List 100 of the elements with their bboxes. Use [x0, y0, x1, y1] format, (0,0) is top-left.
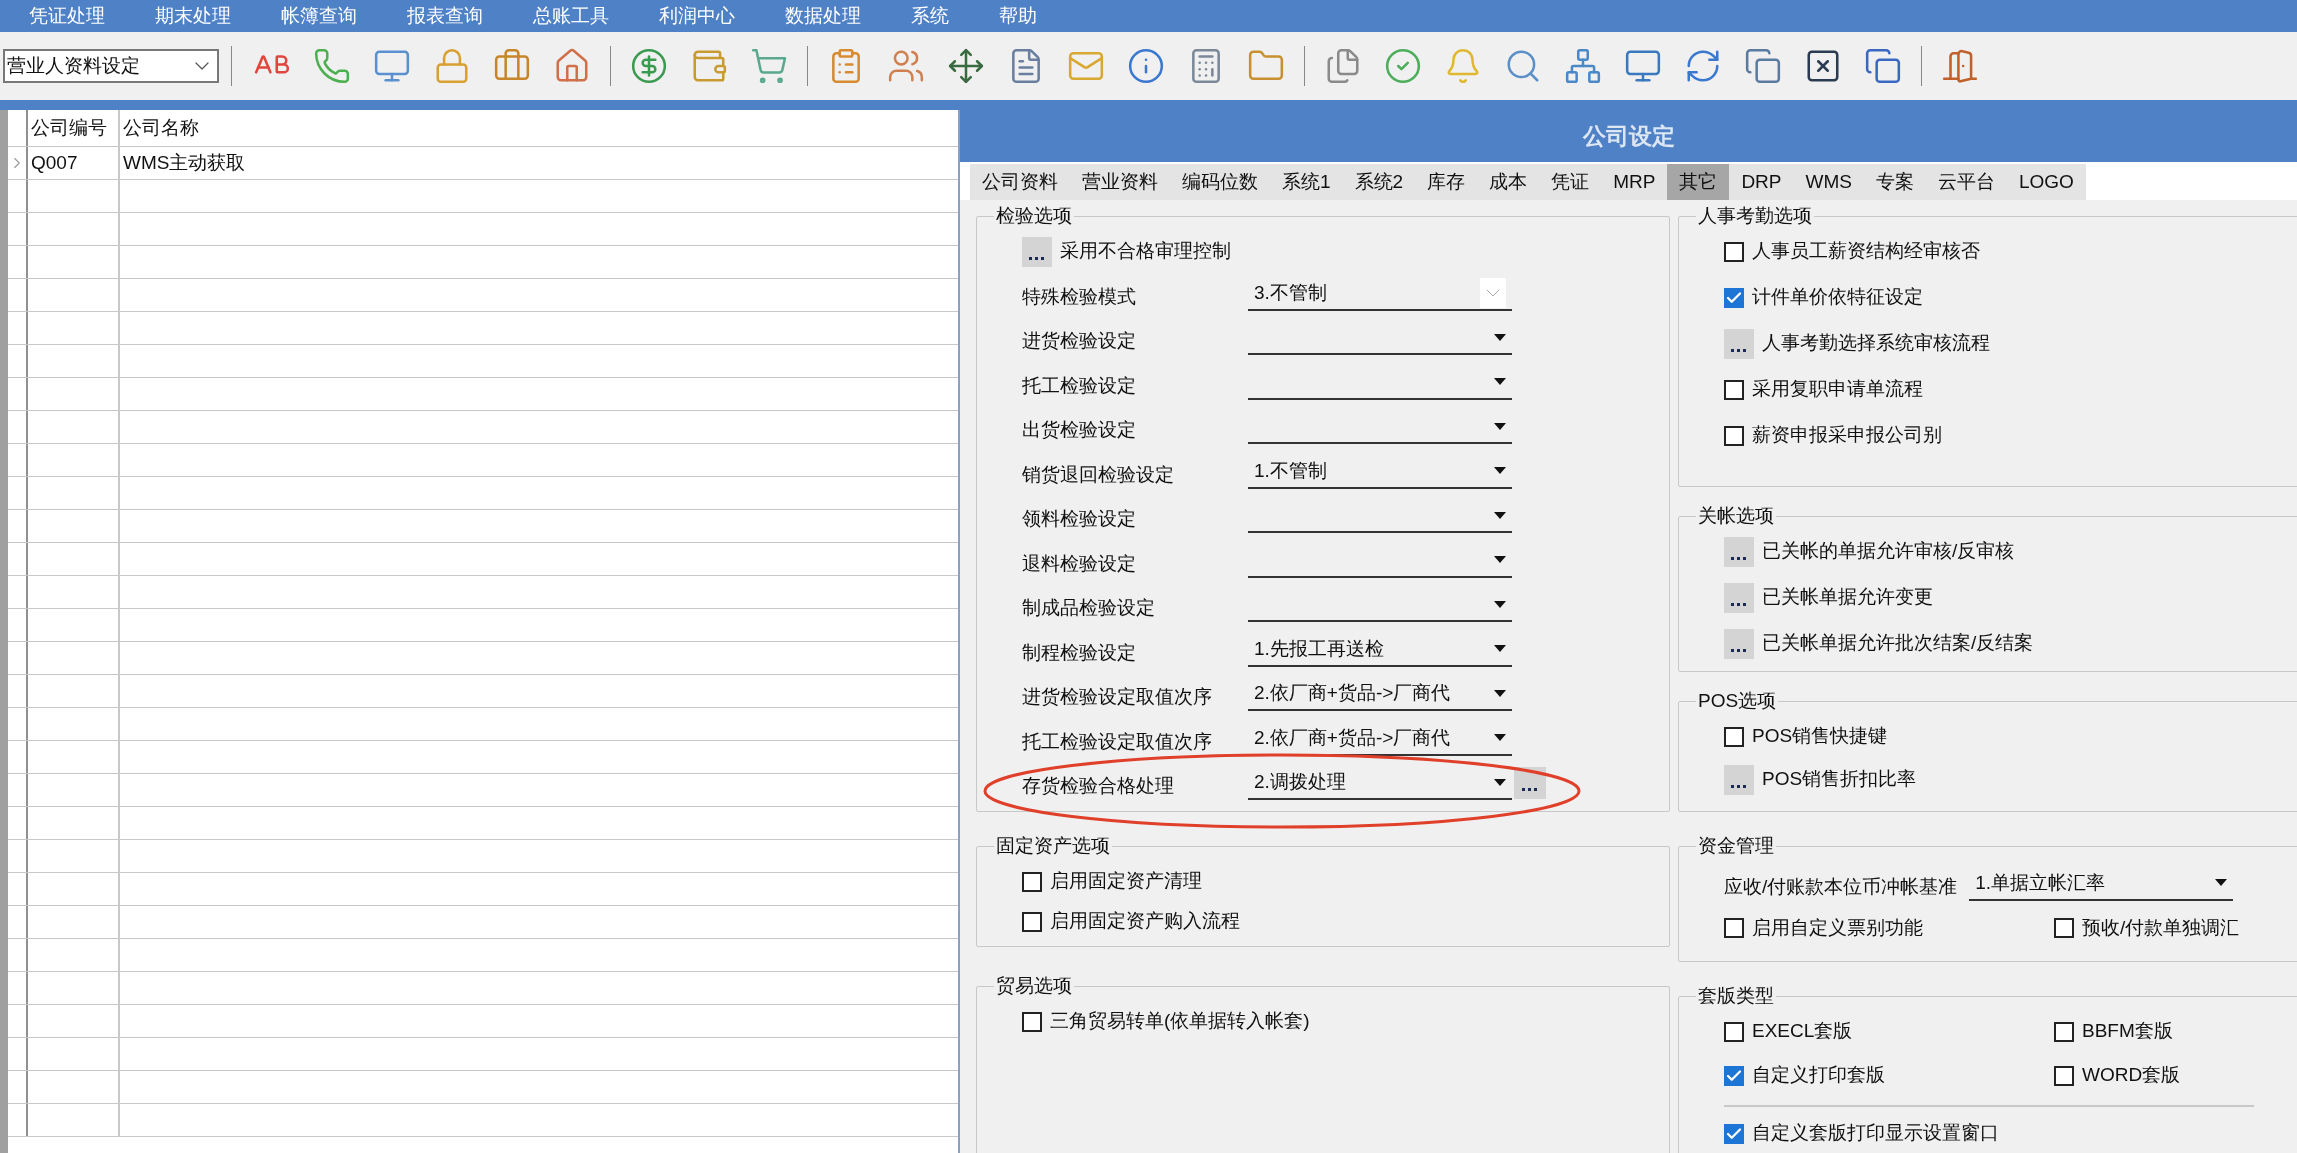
- checkbox[interactable]: [1724, 1065, 1744, 1086]
- checkbox[interactable]: [1022, 911, 1042, 932]
- tab[interactable]: 凭证: [1539, 164, 1602, 200]
- field-label: 托工检验设定取值次序: [1022, 729, 1212, 754]
- menu-item[interactable]: 凭证处理: [4, 1, 130, 31]
- dropdown-arrow-icon[interactable]: [1494, 689, 1506, 697]
- checkbox-label: 启用自定义票别功能: [1752, 915, 1923, 940]
- group-title: 固定资产选项: [995, 834, 1111, 858]
- dropdown-arrow-icon[interactable]: [1494, 556, 1506, 564]
- dots-icon[interactable]: [1731, 348, 1747, 353]
- tab[interactable]: 系统2: [1342, 164, 1416, 200]
- checkbox[interactable]: [1724, 726, 1744, 747]
- display-icon[interactable]: [1624, 47, 1662, 85]
- dropdown-arrow-icon[interactable]: [1494, 734, 1506, 742]
- checkbox[interactable]: [2054, 1065, 2074, 1086]
- checkbox[interactable]: [1724, 287, 1744, 308]
- view-select[interactable]: 营业人资料设定: [3, 49, 219, 83]
- checkbox[interactable]: [1724, 1123, 1744, 1144]
- dropdown-arrow-icon[interactable]: [1494, 422, 1506, 430]
- tab[interactable]: 公司资料: [970, 164, 1070, 200]
- tab[interactable]: 云平台: [1925, 164, 2007, 200]
- menu-item[interactable]: 数据处理: [760, 1, 886, 31]
- checkbox[interactable]: [1022, 871, 1042, 892]
- dropdown-arrow-icon[interactable]: [1494, 645, 1506, 653]
- ellipsis-button[interactable]: [1724, 764, 1754, 795]
- menu-item[interactable]: 报表查询: [382, 1, 508, 31]
- restore-windows-icon[interactable]: [1864, 47, 1902, 85]
- group-title: 关帐选项: [1697, 504, 1775, 528]
- close-window-icon[interactable]: [1804, 47, 1842, 85]
- checkbox[interactable]: [2054, 1021, 2074, 1042]
- dots-icon[interactable]: [1731, 556, 1747, 561]
- checkbox-label: POS销售快捷键: [1752, 724, 1888, 749]
- dots-icon[interactable]: [1731, 648, 1747, 653]
- checkbox[interactable]: [1724, 1021, 1744, 1042]
- checkbox[interactable]: [1724, 379, 1744, 400]
- dollar-icon[interactable]: [630, 47, 668, 85]
- arrows-icon[interactable]: [947, 47, 985, 85]
- dropdown-field[interactable]: 1.先报工再送检: [1248, 632, 1512, 667]
- tab[interactable]: 系统1: [1270, 164, 1343, 200]
- checkbox[interactable]: [1724, 425, 1744, 446]
- tab[interactable]: 成本: [1477, 164, 1540, 200]
- checkbox[interactable]: [1724, 241, 1744, 262]
- hierarchy-icon[interactable]: [1564, 47, 1602, 85]
- dropdown-field[interactable]: 3.不管制: [1248, 276, 1512, 311]
- tab[interactable]: 其它: [1667, 164, 1730, 200]
- tab[interactable]: 编码位数: [1170, 164, 1270, 200]
- tab[interactable]: WMS: [1793, 164, 1864, 200]
- menu-item[interactable]: 系统: [886, 1, 974, 31]
- ellipsis-button[interactable]: [1724, 628, 1754, 659]
- checkbox-label: 启用固定资产清理: [1050, 869, 1202, 894]
- table-cell-text: WMS主动获取: [122, 150, 247, 175]
- menu-item[interactable]: 帐簿查询: [256, 1, 382, 31]
- dropdown-arrow-icon[interactable]: [1494, 511, 1506, 519]
- dropdown-arrow-icon[interactable]: [1494, 600, 1506, 608]
- tab[interactable]: 营业资料: [1070, 164, 1170, 200]
- checkbox-label: BBFM套版: [2082, 1019, 2173, 1044]
- menu-item[interactable]: 帮助: [974, 1, 1062, 31]
- tab[interactable]: 专案: [1863, 164, 1926, 200]
- dropdown-arrow-icon[interactable]: [1494, 378, 1506, 386]
- column-header[interactable]: 公司名称: [120, 110, 958, 146]
- dropdown-field[interactable]: 1.单据立帐汇率: [1969, 866, 2234, 901]
- column-header[interactable]: 公司编号: [28, 110, 120, 146]
- info-icon[interactable]: [1127, 47, 1165, 85]
- door-icon[interactable]: [1941, 47, 1979, 85]
- field-label: 制程检验设定: [1022, 640, 1136, 665]
- checkbox[interactable]: [2054, 918, 2074, 938]
- dropdown-arrow-icon[interactable]: [1494, 467, 1506, 475]
- checkbox[interactable]: [1022, 1011, 1042, 1032]
- documents-icon[interactable]: [1324, 47, 1362, 85]
- menu-item[interactable]: 期末处理: [130, 1, 256, 31]
- dots-icon[interactable]: [1029, 256, 1045, 261]
- tab[interactable]: DRP: [1729, 164, 1794, 200]
- dots-icon[interactable]: [1731, 784, 1747, 789]
- menu-item[interactable]: 利润中心: [634, 1, 760, 31]
- dropdown-arrow-icon[interactable]: [1494, 778, 1506, 786]
- tab[interactable]: 库存: [1415, 164, 1478, 200]
- dropdown-arrow-icon[interactable]: [1494, 333, 1506, 341]
- windows-icon[interactable]: [1744, 47, 1782, 85]
- check-circle-icon[interactable]: [1384, 47, 1422, 85]
- checkbox[interactable]: [1724, 918, 1744, 938]
- ellipsis-button[interactable]: [1724, 536, 1754, 567]
- dropdown-field[interactable]: 2.依厂商+货品->厂商代: [1248, 721, 1512, 756]
- ellipsis-button[interactable]: [1724, 582, 1754, 613]
- ellipsis-button[interactable]: [1724, 328, 1754, 359]
- menu-item[interactable]: 总账工具: [508, 1, 634, 31]
- monitor-icon[interactable]: [373, 47, 411, 85]
- checkbox-label: 计件单价依特征设定: [1752, 285, 1923, 310]
- ellipsis-button[interactable]: [1514, 767, 1546, 800]
- ellipsis-button[interactable]: [1022, 236, 1052, 267]
- table-cell: Q007: [28, 147, 120, 179]
- house-icon[interactable]: [553, 47, 591, 85]
- tab[interactable]: LOGO: [2006, 164, 2086, 200]
- dropdown-field[interactable]: 2.调拨处理: [1248, 766, 1512, 801]
- tab[interactable]: MRP: [1601, 164, 1668, 200]
- dots-icon[interactable]: [1522, 788, 1538, 793]
- dropdown-arrow-icon[interactable]: [2215, 879, 2228, 887]
- dots-icon[interactable]: [1731, 602, 1747, 607]
- field-label: 特殊检验模式: [1022, 284, 1136, 309]
- dropdown-field[interactable]: 2.依厂商+货品->厂商代: [1248, 677, 1512, 712]
- dropdown-field[interactable]: 1.不管制: [1248, 454, 1512, 489]
